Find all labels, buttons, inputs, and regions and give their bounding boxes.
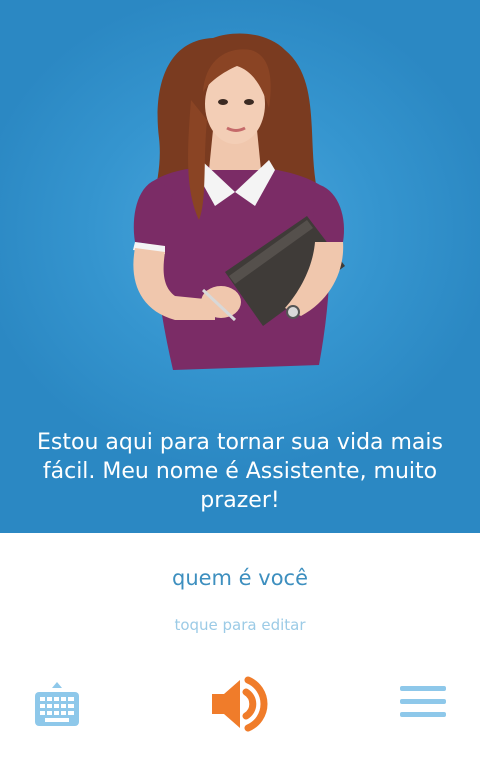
assistant-avatar — [133, 33, 345, 370]
keyboard-icon — [35, 682, 79, 726]
menu-icon — [400, 686, 446, 717]
assistant-panel: Estou aqui para tornar sua vida mais fác… — [0, 0, 480, 533]
menu-button[interactable] — [398, 682, 448, 722]
bottom-toolbar — [0, 670, 480, 740]
user-query[interactable]: quem é você — [0, 566, 480, 590]
keyboard-button[interactable] — [33, 678, 81, 730]
edit-hint[interactable]: toque para editar — [0, 616, 480, 634]
assistant-screen: Estou aqui para tornar sua vida mais fác… — [0, 0, 480, 760]
speaker-icon — [212, 676, 268, 732]
speaker-button[interactable] — [208, 674, 272, 734]
assistant-message: Estou aqui para tornar sua vida mais fác… — [37, 430, 443, 513]
